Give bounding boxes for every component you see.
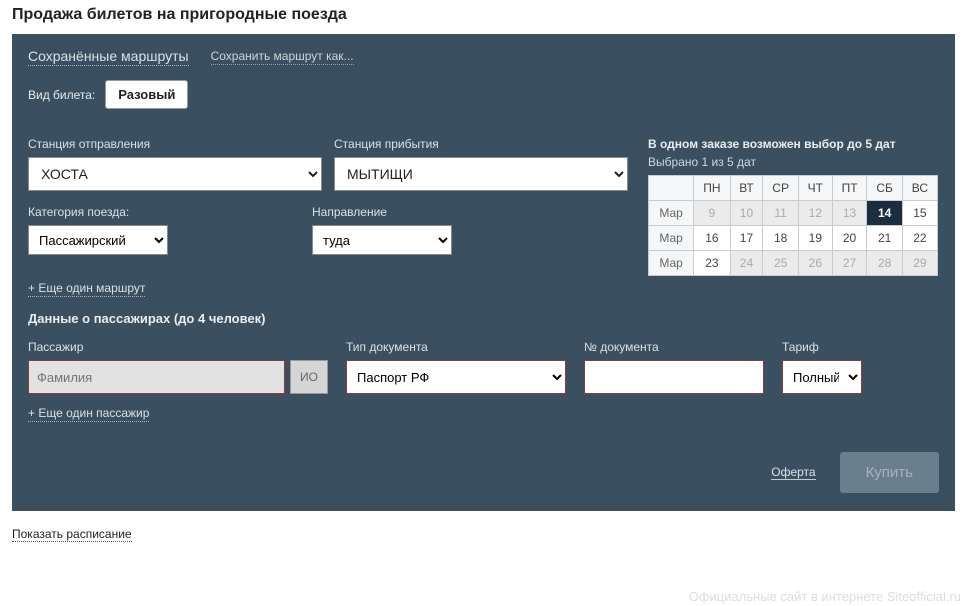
calendar-weekday: ВС	[902, 176, 937, 201]
calendar-day: 28	[867, 251, 902, 276]
direction-label: Направление	[312, 205, 452, 219]
page-title: Продажа билетов на пригородные поезда	[0, 0, 967, 34]
calendar-day: 27	[832, 251, 867, 276]
surname-input[interactable]	[28, 360, 285, 394]
to-station-select[interactable]: МЫТИЩИ	[334, 157, 628, 191]
calendar-day[interactable]: 19	[798, 226, 832, 251]
calendar-day: 13	[832, 201, 867, 226]
add-passenger-link[interactable]: + Еще один пассажир	[28, 406, 149, 422]
doc-type-select[interactable]: Паспорт РФ	[346, 360, 566, 394]
doc-number-label: № документа	[584, 340, 764, 354]
calendar-info: В одном заказе возможен выбор до 5 дат	[648, 137, 938, 151]
calendar-day[interactable]: 17	[730, 226, 763, 251]
calendar-day[interactable]: 21	[867, 226, 902, 251]
calendar-day: 24	[730, 251, 763, 276]
save-route-as-link[interactable]: Сохранить маршрут как...	[211, 49, 354, 65]
calendar-weekday: ВТ	[730, 176, 763, 201]
calendar-day: 11	[763, 201, 799, 226]
show-schedule-link[interactable]: Показать расписание	[12, 527, 132, 542]
calendar-day: 10	[730, 201, 763, 226]
calendar: ПНВТСРЧТПТСБВС Мар9101112131415 Мар161718…	[648, 175, 938, 276]
calendar-weekday: ПН	[694, 176, 731, 201]
calendar-day: 26	[798, 251, 832, 276]
booking-panel: Сохранённые маршруты Сохранить маршрут к…	[12, 34, 955, 511]
oferta-link[interactable]: Оферта	[771, 465, 815, 480]
calendar-day: 29	[902, 251, 937, 276]
tariff-label: Тариф	[782, 340, 862, 354]
buy-button[interactable]: Купить	[840, 452, 939, 493]
saved-routes-link[interactable]: Сохранённые маршруты	[28, 48, 189, 66]
from-station-label: Станция отправления	[28, 137, 322, 151]
calendar-day[interactable]: 14	[867, 201, 902, 226]
doc-number-input[interactable]	[584, 360, 764, 394]
passenger-label: Пассажир	[28, 340, 328, 354]
initials-button[interactable]: ИО	[290, 360, 328, 394]
calendar-selected-count: Выбрано 1 из 5 дат	[648, 155, 938, 169]
calendar-weekday: СР	[763, 176, 799, 201]
calendar-weekday: ЧТ	[798, 176, 832, 201]
calendar-day[interactable]: 16	[694, 226, 731, 251]
from-station-select[interactable]: ХОСТА	[28, 157, 322, 191]
ticket-type-button[interactable]: Разовый	[105, 80, 188, 109]
calendar-month-cell: Мар	[649, 251, 694, 276]
watermark: Официальные сайт в интернете Siteofficia…	[689, 589, 961, 604]
direction-select[interactable]: туда	[312, 225, 452, 255]
calendar-day[interactable]: 22	[902, 226, 937, 251]
calendar-day: 25	[763, 251, 799, 276]
add-route-link[interactable]: + Еще один маршрут	[28, 281, 145, 297]
ticket-type-label: Вид билета:	[28, 88, 95, 102]
tariff-select[interactable]: Полный	[782, 360, 862, 394]
calendar-day[interactable]: 20	[832, 226, 867, 251]
calendar-month-cell: Мар	[649, 201, 694, 226]
train-category-label: Категория поезда:	[28, 205, 168, 219]
calendar-day[interactable]: 23	[694, 251, 731, 276]
calendar-weekday: СБ	[867, 176, 902, 201]
passengers-title: Данные о пассажирах (до 4 человек)	[28, 311, 939, 326]
calendar-day: 9	[694, 201, 731, 226]
to-station-label: Станция прибытия	[334, 137, 628, 151]
calendar-day[interactable]: 15	[902, 201, 937, 226]
calendar-month-cell: Мар	[649, 226, 694, 251]
train-category-select[interactable]: Пассажирский	[28, 225, 168, 255]
doc-type-label: Тип документа	[346, 340, 566, 354]
calendar-day: 12	[798, 201, 832, 226]
calendar-weekday: ПТ	[832, 176, 867, 201]
calendar-day[interactable]: 18	[763, 226, 799, 251]
